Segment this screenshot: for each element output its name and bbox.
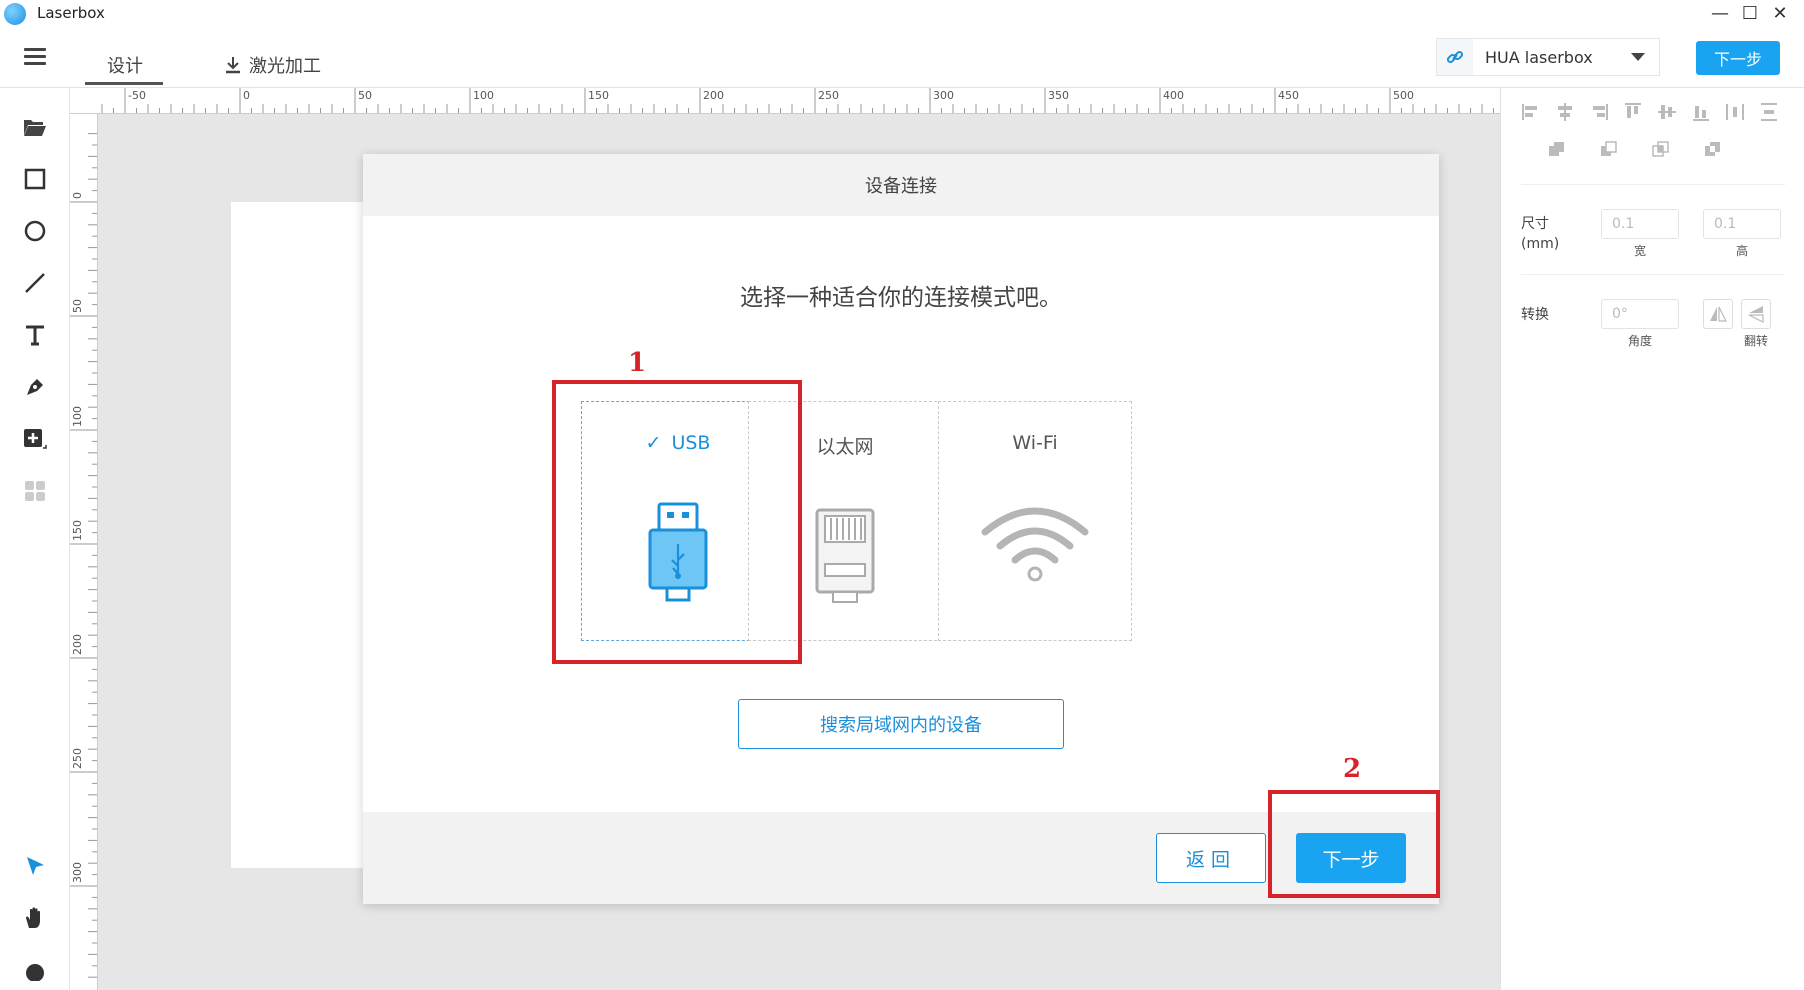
angle-input[interactable]: 0° [1601, 299, 1679, 329]
add-shape-icon[interactable] [22, 426, 48, 452]
ruler-label: 450 [1278, 89, 1299, 102]
angle-label: 角度 [1627, 334, 1652, 348]
select-cursor-icon[interactable] [22, 853, 48, 879]
distribute-h-icon[interactable] [1725, 102, 1745, 122]
hamburger-menu-icon[interactable] [24, 48, 46, 66]
panel-divider [1521, 184, 1785, 185]
panel-divider [1521, 274, 1785, 275]
ruler-label: 150 [71, 520, 84, 541]
horizontal-ruler: -50 0 50 100 150 200 250 300 350 400 450 500 [70, 88, 1500, 114]
search-lan-button[interactable]: 搜索局域网内的设备 [738, 699, 1064, 749]
height-label: 高 [1735, 244, 1748, 258]
rectangle-tool-icon[interactable] [22, 166, 48, 192]
size-unit: (mm) [1521, 236, 1560, 252]
dialog-title: 设备连接 [363, 154, 1439, 216]
ruler-label: 100 [71, 406, 84, 427]
maximize-button[interactable]: ☐ [1736, 2, 1764, 26]
app-header: 设计 激光加工 HUA laserbox 下一步 [0, 28, 1804, 88]
flip-vertical-icon[interactable] [1741, 299, 1771, 329]
size-label: 尺寸 [1521, 216, 1549, 232]
ruler-label: 200 [703, 89, 724, 102]
line-tool-icon[interactable] [22, 270, 48, 296]
ruler-label: 400 [1163, 89, 1184, 102]
device-name: HUA laserbox [1485, 47, 1593, 67]
app-logo-icon [4, 3, 26, 25]
wifi-icon [981, 507, 1089, 582]
subtract-icon[interactable] [1599, 140, 1619, 160]
union-icon[interactable] [1547, 140, 1567, 160]
text-tool-icon[interactable] [22, 322, 48, 348]
download-icon [226, 57, 240, 74]
width-input[interactable]: 0.1 [1601, 209, 1679, 239]
ruler-label: 50 [358, 89, 372, 102]
transform-label: 转换 [1521, 307, 1549, 323]
back-button[interactable]: 返回 [1156, 833, 1266, 883]
dialog-prompt: 选择一种适合你的连接模式吧。 [740, 285, 1062, 311]
align-top-icon[interactable] [1623, 102, 1643, 122]
minimize-button[interactable]: — [1706, 2, 1734, 26]
ruler-label: 200 [71, 634, 84, 655]
align-bottom-icon[interactable] [1691, 102, 1711, 122]
ruler-label: -50 [128, 89, 146, 102]
ruler-label: 300 [71, 862, 84, 883]
hand-pan-icon[interactable] [22, 905, 48, 931]
vertical-ruler: 0 50 100 150 200 250 300 [70, 114, 98, 990]
left-toolbar [0, 88, 70, 990]
flip-horizontal-icon[interactable] [1703, 299, 1733, 329]
ellipse-tool-icon[interactable] [22, 218, 48, 244]
ruler-label: 250 [818, 89, 839, 102]
tab-laser-label: 激光加工 [249, 56, 321, 77]
title-bar: Laserbox — ☐ ✕ [0, 0, 1804, 28]
align-right-icon[interactable] [1589, 102, 1609, 122]
distribute-v-icon[interactable] [1759, 102, 1779, 122]
exclude-icon[interactable] [1703, 140, 1723, 160]
ruler-label: 100 [473, 89, 494, 102]
flip-label: 翻转 [1743, 334, 1768, 348]
ruler-label: 50 [71, 299, 84, 313]
header-next-button[interactable]: 下一步 [1696, 41, 1780, 75]
annotation-number-2: 2 [1343, 754, 1362, 784]
pen-tool-icon[interactable] [22, 374, 48, 400]
connection-option-wifi[interactable]: Wi-Fi [938, 401, 1132, 641]
ethernet-icon [815, 508, 875, 603]
close-button[interactable]: ✕ [1766, 2, 1794, 26]
ruler-label: 250 [71, 748, 84, 769]
device-select[interactable]: HUA laserbox [1436, 38, 1660, 76]
active-tab-indicator [85, 82, 163, 85]
ruler-label: 150 [588, 89, 609, 102]
annotation-box-1 [552, 380, 802, 664]
ruler-label: 0 [71, 192, 84, 199]
align-middle-v-icon[interactable] [1657, 102, 1677, 122]
link-icon [1437, 39, 1473, 75]
annotation-number-1: 1 [628, 348, 647, 378]
ruler-label: 0 [243, 89, 250, 102]
chevron-down-icon [1631, 53, 1645, 61]
properties-panel: 尺寸 (mm) 0.1 0.1 宽 高 转换 0° 角度 翻转 [1500, 88, 1804, 990]
app-title: Laserbox [37, 4, 105, 22]
tab-laser-processing[interactable]: 激光加工 [225, 52, 321, 78]
open-folder-icon[interactable] [22, 114, 48, 140]
layout-grid-icon[interactable] [22, 478, 48, 504]
width-label: 宽 [1633, 244, 1646, 258]
align-left-icon[interactable] [1521, 102, 1541, 122]
annotation-box-2 [1268, 790, 1440, 898]
height-input[interactable]: 0.1 [1703, 209, 1781, 239]
ruler-label: 350 [1048, 89, 1069, 102]
intersect-icon[interactable] [1651, 140, 1671, 160]
tab-design[interactable]: 设计 [107, 52, 143, 78]
ruler-label: 300 [933, 89, 954, 102]
wifi-option-label: Wi-Fi [1012, 432, 1058, 454]
ruler-label: 500 [1393, 89, 1414, 102]
color-icon[interactable] [22, 957, 48, 983]
align-center-h-icon[interactable] [1555, 102, 1575, 122]
